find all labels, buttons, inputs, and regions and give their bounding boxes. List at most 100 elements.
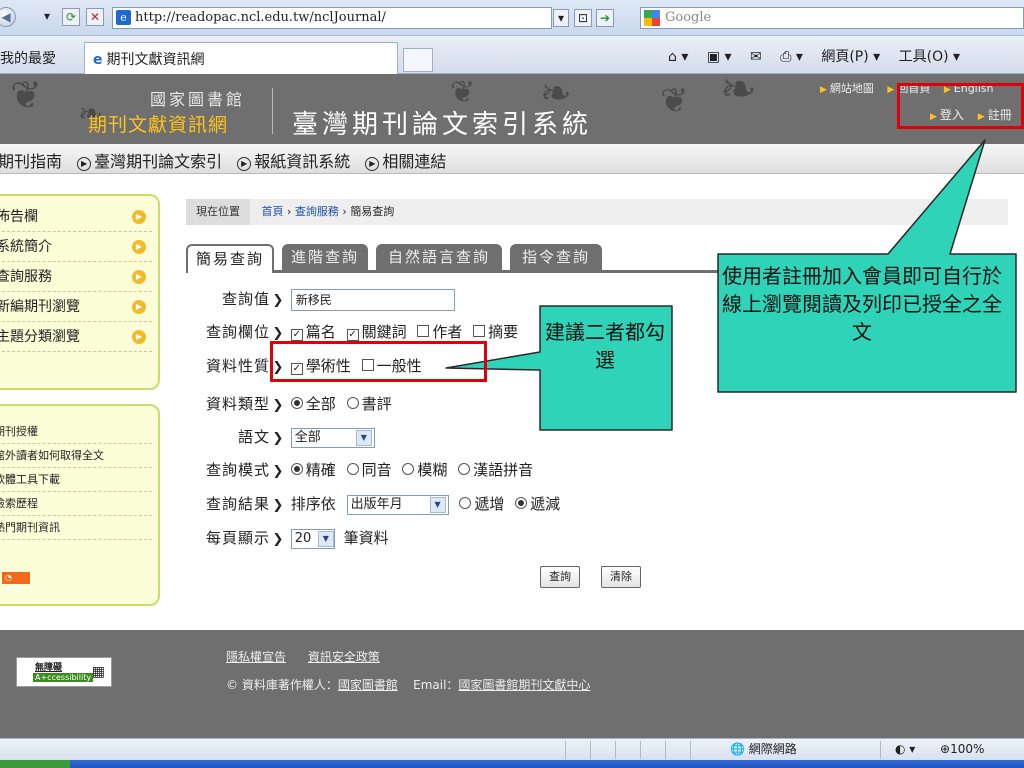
arrow-right-icon: ❯ xyxy=(272,431,284,446)
chevron-right-icon: ▶ xyxy=(132,300,146,314)
checkbox-keyword[interactable]: ✓ 關鍵詞 xyxy=(346,323,407,341)
new-tab-button[interactable] xyxy=(403,48,433,72)
email-link[interactable]: 國家圖書館期刊文獻中心 xyxy=(458,678,590,692)
internet-zone: 🌐 網際網路 xyxy=(730,742,797,756)
menu-periodical-index[interactable]: ▶ 臺灣期刊論文索引 xyxy=(77,152,222,171)
arrow-right-icon: ❯ xyxy=(272,398,284,413)
history-dropdown-icon[interactable]: ▾ xyxy=(38,8,56,26)
sidebar-item-subject-browse[interactable]: 主題分類瀏覽 ▶ xyxy=(0,322,152,352)
search-input[interactable]: Google xyxy=(640,7,1024,29)
mail-icon[interactable]: ✉ xyxy=(750,49,762,65)
radio-mode-pinyin[interactable]: 漢語拼音 xyxy=(458,461,533,479)
radio-type-all[interactable]: 全部 xyxy=(290,395,336,413)
checkbox-title[interactable]: ✓ 篇名 xyxy=(290,323,336,341)
type-label: 資料類型 xyxy=(205,395,270,413)
footer-links: 隱私權宣告 資訊安全政策 xyxy=(226,648,398,665)
accessibility-badge[interactable]: 無障礙 A+ccessibility ▦ xyxy=(16,657,112,687)
radio-sort-ascending[interactable]: 遞增 xyxy=(459,495,504,513)
os-taskbar xyxy=(0,760,1024,768)
sidebar-item-bulletin[interactable]: 佈告欄 ▶ xyxy=(0,202,152,232)
checkbox-empty-icon xyxy=(417,325,430,337)
feeds-icon[interactable]: ▣ ▾ xyxy=(707,49,732,65)
sidebar-link-software[interactable]: 軟體工具下載 xyxy=(0,468,152,492)
site-logo-text[interactable]: 期刊文獻資訊網 xyxy=(88,110,228,137)
browser-tab-active[interactable]: e 期刊文獻資訊網 xyxy=(84,42,398,74)
address-bar[interactable]: e http://readopac.ncl.edu.tw/nclJournal/ xyxy=(112,7,552,29)
stop-icon[interactable]: ✕ xyxy=(86,8,104,26)
breadcrumb-search-service[interactable]: 查詢服務 xyxy=(295,205,339,218)
submit-button[interactable]: 查詢 xyxy=(540,566,580,588)
query-input[interactable]: 新移民 xyxy=(290,288,455,311)
arrow-right-icon: ❯ xyxy=(272,293,284,308)
address-toolbar: ◀ ▾ ⟳ ✕ e http://readopac.ncl.edu.tw/ncl… xyxy=(0,0,1024,36)
address-text: http://readopac.ncl.edu.tw/nclJournal/ xyxy=(135,10,386,25)
tools-menu[interactable]: 工具(O) ▾ xyxy=(899,49,960,65)
row-sort: 查詢結果 ❯ 排序依 出版年月 ▼ 遞增 遞減 xyxy=(186,493,566,515)
security-policy-link[interactable]: 資訊安全政策 xyxy=(308,650,380,664)
checkbox-checked-icon: ✓ xyxy=(346,329,359,341)
command-bar: ⌂ ▾ ▣ ▾ ✉ ⎙ ▾ 網頁(P) ▾ 工具(O) ▾ xyxy=(668,46,974,66)
home-icon[interactable]: ⌂ ▾ xyxy=(668,49,688,65)
radio-mode-fuzzy[interactable]: 模糊 xyxy=(402,461,447,479)
radio-sort-descending[interactable]: 遞減 xyxy=(515,495,560,513)
globe-icon: 🌐 xyxy=(730,742,745,756)
go-arrow-icon[interactable]: ➔ xyxy=(596,9,614,27)
row-language: 語文 ❯ 全部 ▼ xyxy=(186,426,375,448)
sidebar-item-about[interactable]: 系統簡介 ▶ xyxy=(0,232,152,262)
menu-related-links[interactable]: ▶ 相關連結 xyxy=(365,152,446,171)
compatibility-icon[interactable]: ⊡ xyxy=(574,9,592,27)
checkbox-abstract[interactable]: 摘要 xyxy=(473,323,518,341)
radio-type-review[interactable]: 書評 xyxy=(346,395,392,413)
checkbox-author[interactable]: 作者 xyxy=(417,323,462,341)
rss-badge[interactable]: ◔ RSS xyxy=(2,572,30,594)
tab-advanced-search[interactable]: 進階查詢 xyxy=(282,244,368,271)
sort-select[interactable]: 出版年月 ▼ xyxy=(346,494,449,515)
sidebar-link-fulltext-access[interactable]: 館外讀者如何取得全文 xyxy=(0,444,152,468)
sidebar-item-new-journals[interactable]: 新編期刊瀏覽 ▶ xyxy=(0,292,152,322)
radio-mode-homophone[interactable]: 同音 xyxy=(346,461,392,479)
per-page-select[interactable]: 20 ▼ xyxy=(290,528,335,549)
status-bar: 🌐 網際網路 ◐ ▾ ⊕100% xyxy=(0,738,1024,760)
accessibility-icon: ▦ xyxy=(91,664,105,680)
address-dropdown-icon[interactable]: ▾ xyxy=(553,9,569,27)
sidebar-item-search-service[interactable]: 查詢服務 ▶ xyxy=(0,262,152,292)
breadcrumb-home[interactable]: 首頁 xyxy=(262,205,284,218)
start-button[interactable] xyxy=(0,760,70,768)
menu-journal-guide[interactable]: 期刊指南 xyxy=(0,152,62,171)
radio-empty-icon xyxy=(346,397,359,409)
security-icon[interactable]: ◐ ▾ xyxy=(895,739,915,759)
sidebar-link-history[interactable]: 檢索歷程 xyxy=(0,492,152,516)
print-icon[interactable]: ⎙ ▾ xyxy=(780,49,803,65)
arrow-right-icon: ❯ xyxy=(272,498,284,513)
highlight-box-nature xyxy=(270,341,487,382)
sidebar-link-authorization[interactable]: 期刊授權 xyxy=(0,420,152,444)
sidebar-secondary: 期刊授權 館外讀者如何取得全文 軟體工具下載 檢索歷程 熱門期刊資訊 ◔ RSS xyxy=(0,404,160,606)
tab-natural-language-search[interactable]: 自然語言查詢 xyxy=(376,244,502,271)
tab-command-search[interactable]: 指令查詢 xyxy=(510,244,602,271)
copyright-owner-link[interactable]: 國家圖書館 xyxy=(338,678,398,692)
back-button[interactable]: ◀ xyxy=(0,7,16,27)
refresh-icon[interactable]: ⟳ xyxy=(62,8,80,26)
fields-label: 查詢欄位 xyxy=(205,323,270,341)
checkbox-empty-icon xyxy=(473,325,486,337)
menu-newspaper[interactable]: ▶ 報紙資訊系統 xyxy=(237,152,350,171)
highlight-box-login xyxy=(897,83,1024,129)
per-page-suffix: 筆資料 xyxy=(343,529,389,547)
favorites-button[interactable]: 我的最愛 xyxy=(0,48,56,68)
sitemap-link[interactable]: ▶ 網站地圖 xyxy=(820,82,874,95)
clear-button[interactable]: 清除 xyxy=(601,566,641,588)
page-menu[interactable]: 網頁(P) ▾ xyxy=(821,49,880,65)
sidebar-primary: 佈告欄 ▶ 系統簡介 ▶ 查詢服務 ▶ 新編期刊瀏覽 ▶ 主題分類瀏覽 ▶ xyxy=(0,194,160,390)
language-select[interactable]: 全部 ▼ xyxy=(290,427,375,448)
chevron-down-icon: ▼ xyxy=(429,496,446,513)
zoom-control[interactable]: ⊕100% xyxy=(940,739,984,759)
radio-mode-exact[interactable]: 精確 xyxy=(290,461,336,479)
sidebar-link-popular[interactable]: 熱門期刊資訊 xyxy=(0,516,152,540)
query-label: 查詢值 xyxy=(221,290,270,308)
chevron-right-icon: ▶ xyxy=(132,270,146,284)
arrow-right-icon: ❯ xyxy=(272,532,284,547)
tab-simple-search[interactable]: 簡易查詢 xyxy=(186,244,274,273)
privacy-link[interactable]: 隱私權宣告 xyxy=(226,650,286,664)
chevron-down-icon: ▼ xyxy=(355,429,372,446)
radio-selected-icon xyxy=(515,497,528,509)
